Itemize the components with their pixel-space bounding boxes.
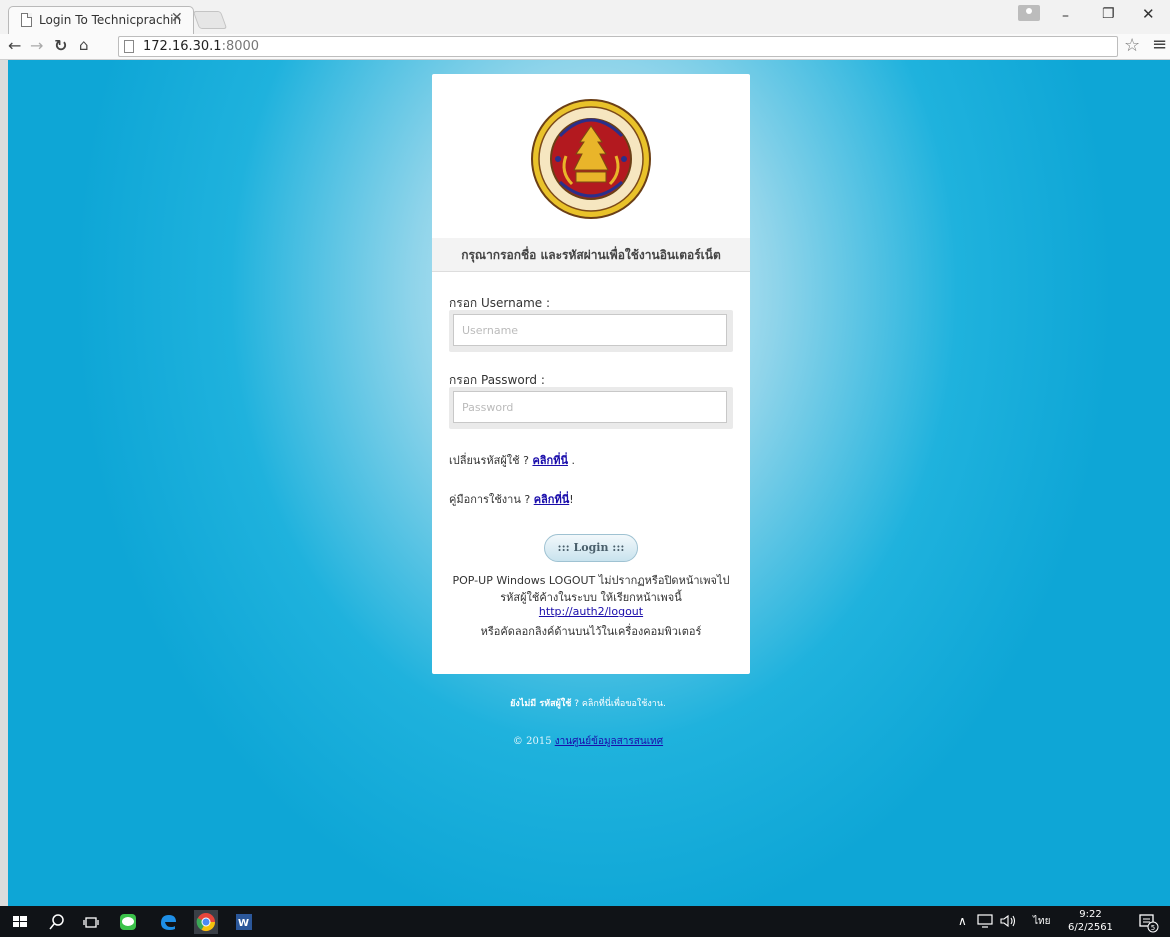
heading-strip: กรุณากรอกชื่อ และรหัสผ่านเพื่อใช้งานอินเ… <box>432 238 750 272</box>
password-input[interactable] <box>453 391 727 423</box>
page-icon <box>124 40 134 53</box>
user-profile-icon[interactable] <box>1018 5 1040 21</box>
notification-icon[interactable]: 5 <box>1138 913 1160 933</box>
manual-text: คู่มือการใช้งาน ? <box>449 493 534 506</box>
back-icon[interactable]: ← <box>8 36 21 55</box>
change-password-text: เปลี่ยนรหัสผู้ใช้ ? <box>449 454 533 467</box>
close-window-icon[interactable]: ✕ <box>1142 5 1155 23</box>
task-view-icon[interactable] <box>81 912 101 932</box>
volume-icon[interactable] <box>1000 914 1018 928</box>
register-link[interactable]: ? คลิกที่นี่เพื่อขอใช้งาน. <box>571 699 666 709</box>
minimize-icon[interactable]: – <box>1062 8 1069 24</box>
note-link-row: http://auth2/logout <box>432 605 750 618</box>
windows-taskbar: W ∧ ไทย 9:22 6/2/2561 5 <box>0 906 1170 937</box>
register-bold-text: ยังไม่มี รหัสผู้ใช้ <box>510 699 572 709</box>
note-line-2: รหัสผู้ใช้ค้างในระบบ ให้เรียกหน้าเพจนี้ <box>500 591 682 604</box>
chrome-browser-icon[interactable] <box>194 910 218 934</box>
clock-date: 6/2/2561 <box>1068 922 1113 933</box>
reload-icon[interactable]: ↻ <box>54 36 67 55</box>
copyright-text: © 2015 <box>512 736 555 747</box>
search-icon[interactable] <box>47 912 67 932</box>
password-field-wrap <box>449 387 733 429</box>
page-background: กรุณากรอกชื่อ และรหัสผ่านเพื่อใช้งานอินเ… <box>8 60 1170 906</box>
url-text: 172.16.30.1:8000 <box>143 39 260 54</box>
copyright-link[interactable]: งานศูนย์ข้อมูลสารสนเทศ <box>555 736 663 747</box>
browser-toolbar: ← → ↻ ⌂ 172.16.30.1:8000 ☆ ≡ <box>0 34 1170 60</box>
login-button[interactable]: ::: Login ::: <box>544 534 638 562</box>
browser-titlebar: Login To Technicprachin ✕ – ❐ ✕ <box>0 0 1170 34</box>
menu-icon[interactable]: ≡ <box>1152 34 1167 55</box>
tray-chevron-icon[interactable]: ∧ <box>958 914 967 928</box>
new-tab-button[interactable] <box>192 11 228 29</box>
login-heading: กรุณากรอกชื่อ และรหัสผ่านเพื่อใช้งานอินเ… <box>461 248 721 262</box>
username-input[interactable] <box>453 314 727 346</box>
language-indicator[interactable]: ไทย <box>1033 914 1050 929</box>
forward-icon[interactable]: → <box>30 36 43 55</box>
login-card: กรุณากรอกชื่อ และรหัสผ่านเพื่อใช้งานอินเ… <box>432 74 750 674</box>
address-bar[interactable]: 172.16.30.1:8000 <box>118 36 1118 57</box>
restore-icon[interactable]: ❐ <box>1102 6 1115 22</box>
page-icon <box>21 13 32 27</box>
notification-count: 5 <box>1151 924 1155 932</box>
clock-time: 9:22 <box>1079 909 1102 920</box>
copyright-row: © 2015 งานศูนย์ข้อมูลสารสนเทศ <box>448 734 728 749</box>
note-line-3: หรือคัดลอกลิงค์ด้านบนไว้ในเครื่องคอมพิวเ… <box>480 625 702 638</box>
change-password-row: เปลี่ยนรหัสผู้ใช้ ? คลิกที่นี่ . <box>449 451 575 469</box>
note-line-1: POP-UP Windows LOGOUT ไม่ปรากฏหรือปิดหน้… <box>452 574 730 587</box>
tab-title: Login To Technicprachin <box>39 13 182 27</box>
manual-row: คู่มือการใช้งาน ? คลิกที่นี่! <box>449 490 574 508</box>
edge-browser-icon[interactable] <box>158 912 178 932</box>
word-app-icon[interactable]: W <box>234 912 254 932</box>
username-field-wrap <box>449 310 733 352</box>
manual-link[interactable]: คลิกที่นี่ <box>534 493 570 506</box>
bookmark-star-icon[interactable]: ☆ <box>1124 35 1140 56</box>
windows-start-icon[interactable] <box>10 912 30 932</box>
browser-tab[interactable]: Login To Technicprachin ✕ <box>8 6 194 34</box>
taskbar-clock[interactable]: 9:22 6/2/2561 <box>1068 908 1113 934</box>
change-password-end: . <box>567 454 575 467</box>
register-row: ยังไม่มี รหัสผู้ใช้ ? คลิกที่นี่เพื่อขอใ… <box>448 696 728 710</box>
manual-end: ! <box>569 493 574 506</box>
college-logo <box>531 99 651 219</box>
svg-text:W: W <box>238 918 249 929</box>
line-app-icon[interactable] <box>118 912 138 932</box>
tab-close-icon[interactable]: ✕ <box>171 10 183 26</box>
change-password-link[interactable]: คลิกที่นี่ <box>532 454 568 467</box>
logout-link[interactable]: http://auth2/logout <box>539 605 643 618</box>
home-icon[interactable]: ⌂ <box>79 36 89 54</box>
network-icon[interactable] <box>977 914 993 928</box>
